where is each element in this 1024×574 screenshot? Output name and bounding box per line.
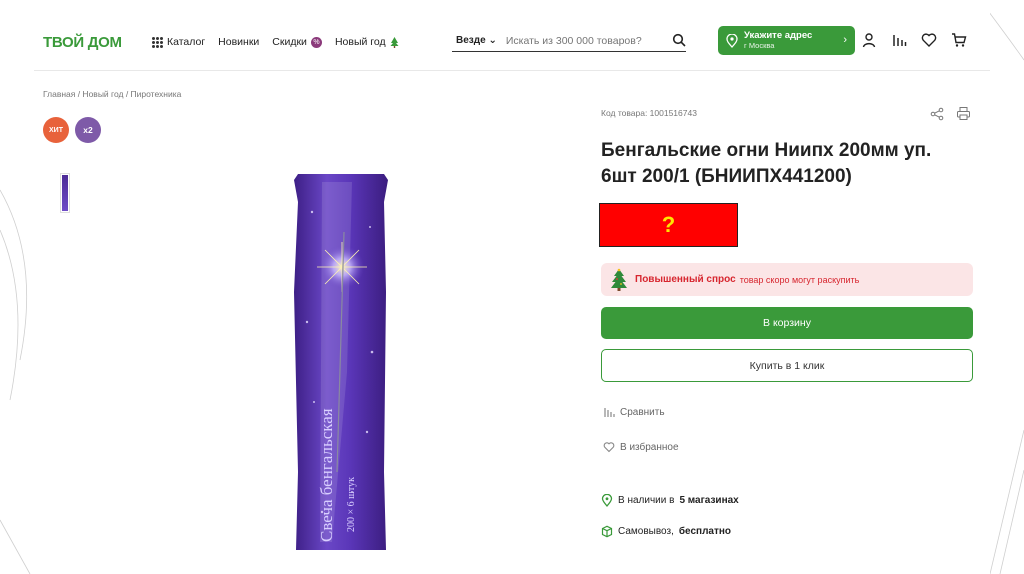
product-thumbnail[interactable] (60, 173, 70, 213)
favorite-link[interactable]: В избранное (603, 441, 679, 453)
share-icon[interactable] (930, 107, 944, 121)
pickup-prefix: Самовывоз, (618, 526, 674, 537)
search-icon[interactable] (672, 33, 686, 47)
product-title: Бенгальские огни Ниипх 200мм уп. 6шт 200… (601, 140, 932, 187)
product-code: Код товара: 1001516743 (601, 108, 697, 118)
nav-new[interactable]: Новинки (218, 36, 259, 48)
address-city: г Москва (744, 40, 775, 50)
pickup-price: бесплатно (678, 526, 732, 537)
tree-icon (611, 268, 627, 291)
add-to-cart-button[interactable]: В корзину (601, 307, 973, 339)
header-divider (34, 70, 990, 71)
package-label: Свеча бенгальская (317, 408, 336, 542)
demand-title: Повышенный спрос (635, 274, 736, 285)
breadcrumb[interactable]: Главная / Новый год / Пиротехника (43, 89, 181, 99)
stock-prefix: В наличии в (618, 495, 675, 506)
heart-icon (603, 442, 615, 453)
search-bar: Везде ⌄ (452, 30, 686, 52)
cart-icon[interactable] (951, 32, 967, 48)
page-frame: ТВОЙ ДОМ Каталог Новинки Скидки % Новый … (34, 0, 990, 574)
pin-icon (601, 494, 613, 507)
nav-sale-label: Скидки (272, 36, 307, 48)
heart-icon[interactable] (921, 32, 937, 48)
grid-icon (152, 36, 163, 48)
package-sublabel: 200 × 6 штук (346, 477, 357, 532)
search-scope-select[interactable]: Везде ⌄ (456, 35, 497, 46)
site-header: ТВОЙ ДОМ Каталог Новинки Скидки % Новый … (34, 26, 990, 62)
tree-icon (390, 36, 399, 48)
pin-icon (726, 33, 738, 48)
compare-label: Сравнить (620, 406, 665, 418)
pickup-info: Самовывоз, бесплатно (601, 525, 731, 538)
favorite-label: В избранное (620, 441, 679, 453)
hit-badge: ХИТ (43, 117, 69, 143)
nav-new-label: Новинки (218, 36, 260, 48)
nav-new-year[interactable]: Новый год (335, 36, 399, 48)
user-icon[interactable] (861, 32, 877, 48)
product-image[interactable]: Свеча бенгальская 200 × 6 штук (292, 172, 390, 554)
compare-icon (604, 408, 615, 417)
nav-sale[interactable]: Скидки % (272, 36, 322, 48)
header-actions (861, 32, 967, 48)
site-logo[interactable]: ТВОЙ ДОМ (43, 34, 122, 51)
stock-info[interactable]: В наличии в 5 магазинах (601, 494, 739, 507)
compare-icon[interactable] (891, 32, 907, 48)
print-icon[interactable] (956, 106, 971, 121)
stock-count: 5 магазинах (679, 495, 739, 506)
nav-new-year-label: Новый год (334, 36, 386, 48)
compare-link[interactable]: Сравнить (603, 406, 665, 418)
multiplier-badge: x2 (75, 117, 101, 143)
percent-badge: % (310, 36, 322, 48)
nav-catalog[interactable]: Каталог (152, 36, 205, 48)
high-demand-banner: Повышенный спрос товар скоро могут раску… (601, 263, 973, 296)
nav-catalog-label: Каталог (167, 36, 206, 48)
search-input[interactable] (505, 34, 666, 47)
main-nav: Каталог Новинки Скидки % Новый год (152, 36, 399, 48)
buy-one-click-button[interactable]: Купить в 1 клик (601, 349, 973, 382)
demand-text: товар скоро могут раскупить (739, 274, 860, 285)
product-tags: ХИТ x2 (43, 117, 101, 143)
box-icon (601, 525, 613, 538)
chevron-right-icon: › (843, 34, 847, 46)
price-placeholder: ? (599, 203, 738, 247)
address-button[interactable]: Укажите адрес г Москва › (718, 26, 855, 55)
